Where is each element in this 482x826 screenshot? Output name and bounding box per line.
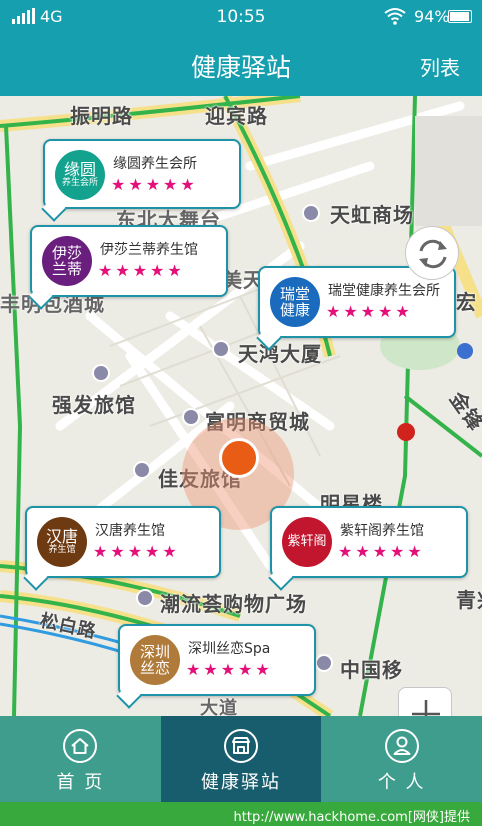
marker-callout[interactable]: 紫轩阁 紫轩阁养生馆 ★★★★★ — [270, 506, 468, 578]
map-view[interactable]: 振明路 迎宾路 东北大舞台 天虹商场 美天 宏 丰明包酒城 天鸿大厦 强发旅馆 … — [0, 96, 482, 716]
star-rating: ★★★★★ — [93, 542, 180, 561]
poi-icon — [92, 364, 110, 382]
refresh-button[interactable] — [405, 226, 459, 280]
marker-callout[interactable]: 深圳 丝恋 深圳丝恋Spa ★★★★★ — [118, 624, 316, 696]
home-icon — [63, 729, 98, 763]
map-label: 迎宾路 — [205, 104, 268, 128]
marker-callout[interactable]: 伊莎 兰蒂 伊莎兰蒂养生馆 ★★★★★ — [30, 225, 228, 297]
battery-percent: 94% — [414, 7, 450, 26]
venue-logo: 缘圆 养生会所 — [55, 150, 105, 200]
venue-logo: 深圳 丝恋 — [130, 635, 180, 685]
person-icon — [384, 729, 419, 763]
poi-icon — [136, 589, 154, 607]
plus-icon — [412, 700, 440, 716]
status-bar: 4G 10:55 94% — [0, 0, 482, 34]
shop-icon — [224, 729, 258, 763]
zoom-in-button[interactable] — [398, 687, 452, 716]
venue-name: 紫轩阁养生馆 — [340, 523, 424, 539]
venue-name: 瑞堂健康养生会所 — [328, 283, 440, 299]
map-label: 天虹商场 — [330, 203, 414, 227]
map-label: 中国移 — [340, 658, 403, 682]
map-label: 强发旅馆 — [52, 393, 136, 417]
clock: 10:55 — [216, 7, 266, 27]
star-rating: ★★★★★ — [338, 542, 425, 561]
map-label: 宏 — [456, 290, 477, 314]
page-title: 健康驿站 — [190, 53, 291, 82]
map-label: 潮流荟购物广场 — [160, 592, 307, 616]
venue-name: 深圳丝恋Spa — [188, 641, 271, 657]
poi-icon — [133, 461, 151, 479]
poi-icon — [182, 408, 200, 426]
poi-icon — [302, 204, 320, 222]
venue-logo: 伊莎 兰蒂 — [42, 236, 92, 286]
venue-logo: 紫轩阁 — [282, 517, 332, 567]
watermark-bar: http://www.hackhome.com[网侠]提供 — [0, 802, 482, 826]
tab-label: 健康驿站 — [201, 772, 281, 793]
map-label: 天鸿大厦 — [238, 342, 322, 366]
poi-icon — [212, 340, 230, 358]
venue-name: 伊莎兰蒂养生馆 — [100, 242, 198, 258]
tab-health-station[interactable]: 健康驿站 — [160, 716, 322, 802]
map-label: 青兴 — [456, 588, 482, 612]
battery-icon — [448, 10, 472, 23]
current-location-marker — [219, 438, 259, 478]
star-rating: ★★★★★ — [326, 302, 413, 321]
venue-name: 汉唐养生馆 — [95, 523, 165, 539]
refresh-icon — [419, 239, 447, 269]
marker-callout[interactable]: 缘圆 养生会所 缘圆养生会所 ★★★★★ — [43, 139, 241, 209]
map-label: 振明路 — [70, 104, 133, 128]
tab-profile[interactable]: 个 人 — [321, 716, 482, 802]
bottom-tab-bar: 首 页 健康驿站 个 人 — [0, 716, 482, 802]
star-rating: ★★★★★ — [111, 175, 198, 194]
venue-logo: 瑞堂 健康 — [270, 277, 320, 327]
wifi-icon — [384, 7, 406, 29]
venue-logo: 汉唐 养生馆 — [37, 517, 87, 567]
venue-name: 缘圆养生会所 — [113, 156, 197, 172]
star-rating: ★★★★★ — [98, 261, 185, 280]
app-header: 健康驿站 列表 — [0, 34, 482, 96]
star-rating: ★★★★★ — [186, 660, 273, 679]
tab-home[interactable]: 首 页 — [0, 716, 161, 802]
tab-label: 个 人 — [377, 772, 426, 793]
poi-icon — [315, 654, 333, 672]
tab-label: 首 页 — [56, 772, 105, 793]
map-label: 大道 — [200, 698, 238, 716]
list-view-button[interactable]: 列表 — [420, 52, 460, 81]
marker-callout[interactable]: 汉唐 养生馆 汉唐养生馆 ★★★★★ — [25, 506, 221, 578]
